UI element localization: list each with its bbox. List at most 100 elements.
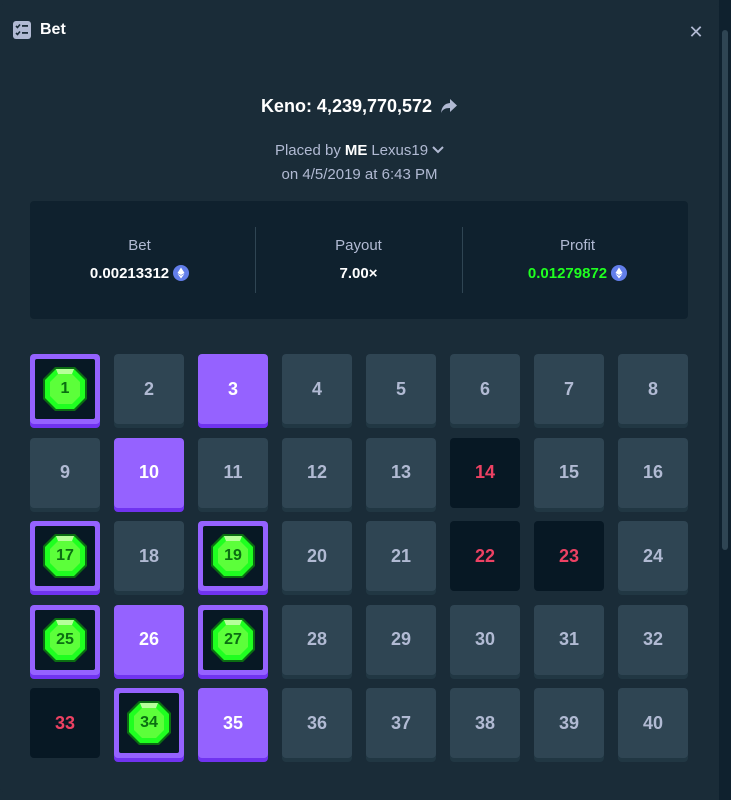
keno-tile-normal[interactable]: 9 [30,437,100,508]
keno-tile-normal[interactable]: 13 [366,437,436,508]
payout-label: Payout [335,237,382,254]
bet-date: on 4/5/2019 at 6:43 PM [281,166,438,183]
keno-tile-number: 39 [558,712,580,733]
keno-tile-selected[interactable]: 3 [198,354,268,424]
keno-tile-miss[interactable]: 14 [450,437,520,508]
keno-grid: 1 2 3 4 5 6 7 8 9 10 11 12 13 14 15 16 17 18 19 20 21 22 23 24 2… [30,354,688,761]
keno-tile-hit[interactable]: 27 [198,604,268,675]
keno-tile-number: 8 [647,378,658,399]
keno-tile-hit[interactable]: 19 [198,521,268,591]
keno-tile-number: 27 [224,630,242,648]
eth-icon [611,265,628,281]
keno-tile-hit[interactable]: 34 [114,688,184,758]
stat-bet: Bet 0.00213312 [30,201,249,319]
keno-tile-number: 36 [306,712,328,733]
stats-panel: Bet 0.00213312 Payout 7.00× Profit 0.012… [30,201,688,319]
keno-tile-selected[interactable]: 35 [198,688,268,758]
keno-tile-number: 14 [474,462,496,482]
keno-tile-normal[interactable]: 32 [618,604,688,675]
keno-tile-normal[interactable]: 20 [282,521,352,591]
keno-tile-normal[interactable]: 21 [366,521,436,591]
keno-tile-normal[interactable]: 7 [534,354,604,424]
keno-tile-number: 15 [558,462,580,482]
payout-value: 7.00× [339,265,378,282]
keno-tile-number: 20 [306,545,328,566]
keno-tile-number: 22 [474,545,496,566]
keno-tile-normal[interactable]: 28 [282,604,352,675]
keno-tile-normal[interactable]: 31 [534,604,604,675]
profit-label: Profit [559,237,595,254]
keno-tile-number: 11 [223,462,243,482]
keno-tile-hit-inner: 25 [35,609,95,670]
keno-tile-normal[interactable]: 37 [366,688,436,758]
keno-tile-normal[interactable]: 36 [282,688,352,758]
keno-tile-number: 37 [390,712,412,733]
keno-tile-miss[interactable]: 22 [450,521,520,591]
keno-tile-normal[interactable]: 18 [114,521,184,591]
keno-tile-miss[interactable]: 23 [534,521,604,591]
modal-title: Bet [40,21,66,38]
keno-tile-normal[interactable]: 8 [618,354,688,424]
keno-tile-hit[interactable]: 1 [30,354,100,424]
close-icon[interactable]: ✕ [686,22,706,42]
keno-tile-normal[interactable]: 39 [534,688,604,758]
keno-tile-number: 16 [642,462,664,482]
placed-by-prefix: Placed by [274,142,341,159]
keno-tile-number: 2 [143,378,154,399]
keno-tile-number: 26 [138,629,160,649]
bet-modal: Bet ✕ Keno: 4,239,770,572 Placed by ME Lex… [0,4,719,792]
keno-tile-number: 30 [474,629,496,649]
keno-tile-hit-inner: 1 [35,359,95,419]
keno-tile-number: 40 [642,712,664,733]
keno-tile-normal[interactable]: 5 [366,354,436,424]
keno-tile-miss[interactable]: 33 [30,688,100,758]
vip-label: ME [344,142,368,159]
keno-tile-normal[interactable]: 38 [450,688,520,758]
keno-tile-number: 5 [395,378,406,399]
keno-tile-number: 7 [563,378,574,399]
bet-label: Bet [128,237,151,254]
share-arrow-icon[interactable] [440,98,458,114]
keno-tile-normal[interactable]: 2 [114,354,184,424]
keno-tile-normal[interactable]: 16 [618,437,688,508]
scrollbar-thumb[interactable] [722,30,728,550]
stat-profit: Profit 0.01279872 [468,201,687,319]
keno-tile-normal[interactable]: 24 [618,521,688,591]
keno-tile-normal[interactable]: 29 [366,604,436,675]
keno-tile-normal[interactable]: 6 [450,354,520,424]
keno-tile-normal[interactable]: 11 [198,437,268,508]
profit-value-row: 0.01279872 [468,265,687,282]
keno-tile-number: 3 [227,378,238,399]
keno-tile-normal[interactable]: 4 [282,354,352,424]
placed-by: Placed by ME Lexus19 [0,142,719,159]
keno-tile-number: 31 [558,629,580,649]
bet-slip-icon [13,21,31,39]
keno-tile-normal[interactable]: 30 [450,604,520,675]
keno-tile-hit[interactable]: 17 [30,521,100,591]
username-link[interactable]: Lexus19 [371,142,428,159]
scrollbar[interactable] [719,0,731,800]
keno-tile-number: 29 [390,629,412,649]
keno-tile-number: 28 [306,629,328,649]
keno-tile-number: 24 [642,545,664,566]
keno-tile-selected[interactable]: 10 [114,437,184,508]
eth-icon [173,265,190,281]
keno-tile-number: 10 [138,462,160,482]
bet-value-row: 0.00213312 [30,265,249,282]
keno-tile-normal[interactable]: 15 [534,437,604,508]
keno-tile-hit-inner: 27 [203,609,263,670]
keno-tile-number: 6 [479,378,490,399]
chevron-down-icon[interactable] [432,146,444,154]
keno-tile-hit[interactable]: 25 [30,604,100,675]
keno-tile-number: 12 [306,462,328,482]
keno-tile-number: 19 [224,547,242,564]
keno-tile-normal[interactable]: 12 [282,437,352,508]
keno-tile-normal[interactable]: 40 [618,688,688,758]
keno-tile-number: 34 [140,714,158,731]
profit-value: 0.01279872 [527,265,608,282]
keno-tile-number: 38 [474,712,496,733]
bet-value: 0.00213312 [89,265,170,282]
keno-tile-selected[interactable]: 26 [114,604,184,675]
keno-tile-hit-inner: 34 [119,693,179,753]
keno-tile-number: 21 [390,545,412,566]
